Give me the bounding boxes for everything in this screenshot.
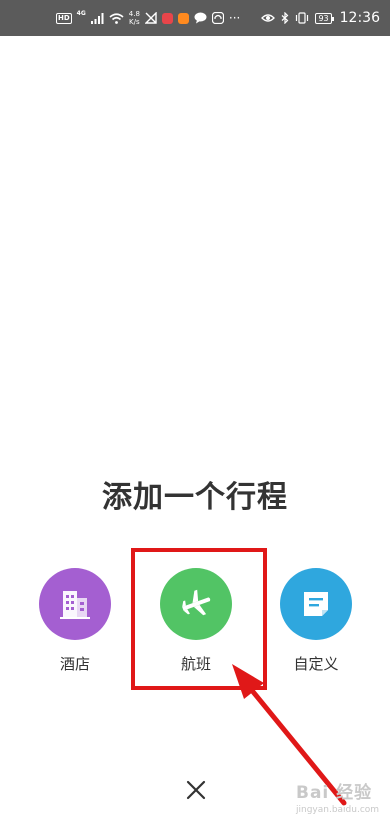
watermark: Bai 经验 jingyan.baidu.com	[296, 778, 390, 815]
watermark-brand: Bai 经验	[296, 783, 373, 803]
watermark-url: jingyan.baidu.com	[296, 805, 380, 815]
close-icon[interactable]	[182, 776, 210, 804]
annotation-arrow	[232, 664, 347, 806]
